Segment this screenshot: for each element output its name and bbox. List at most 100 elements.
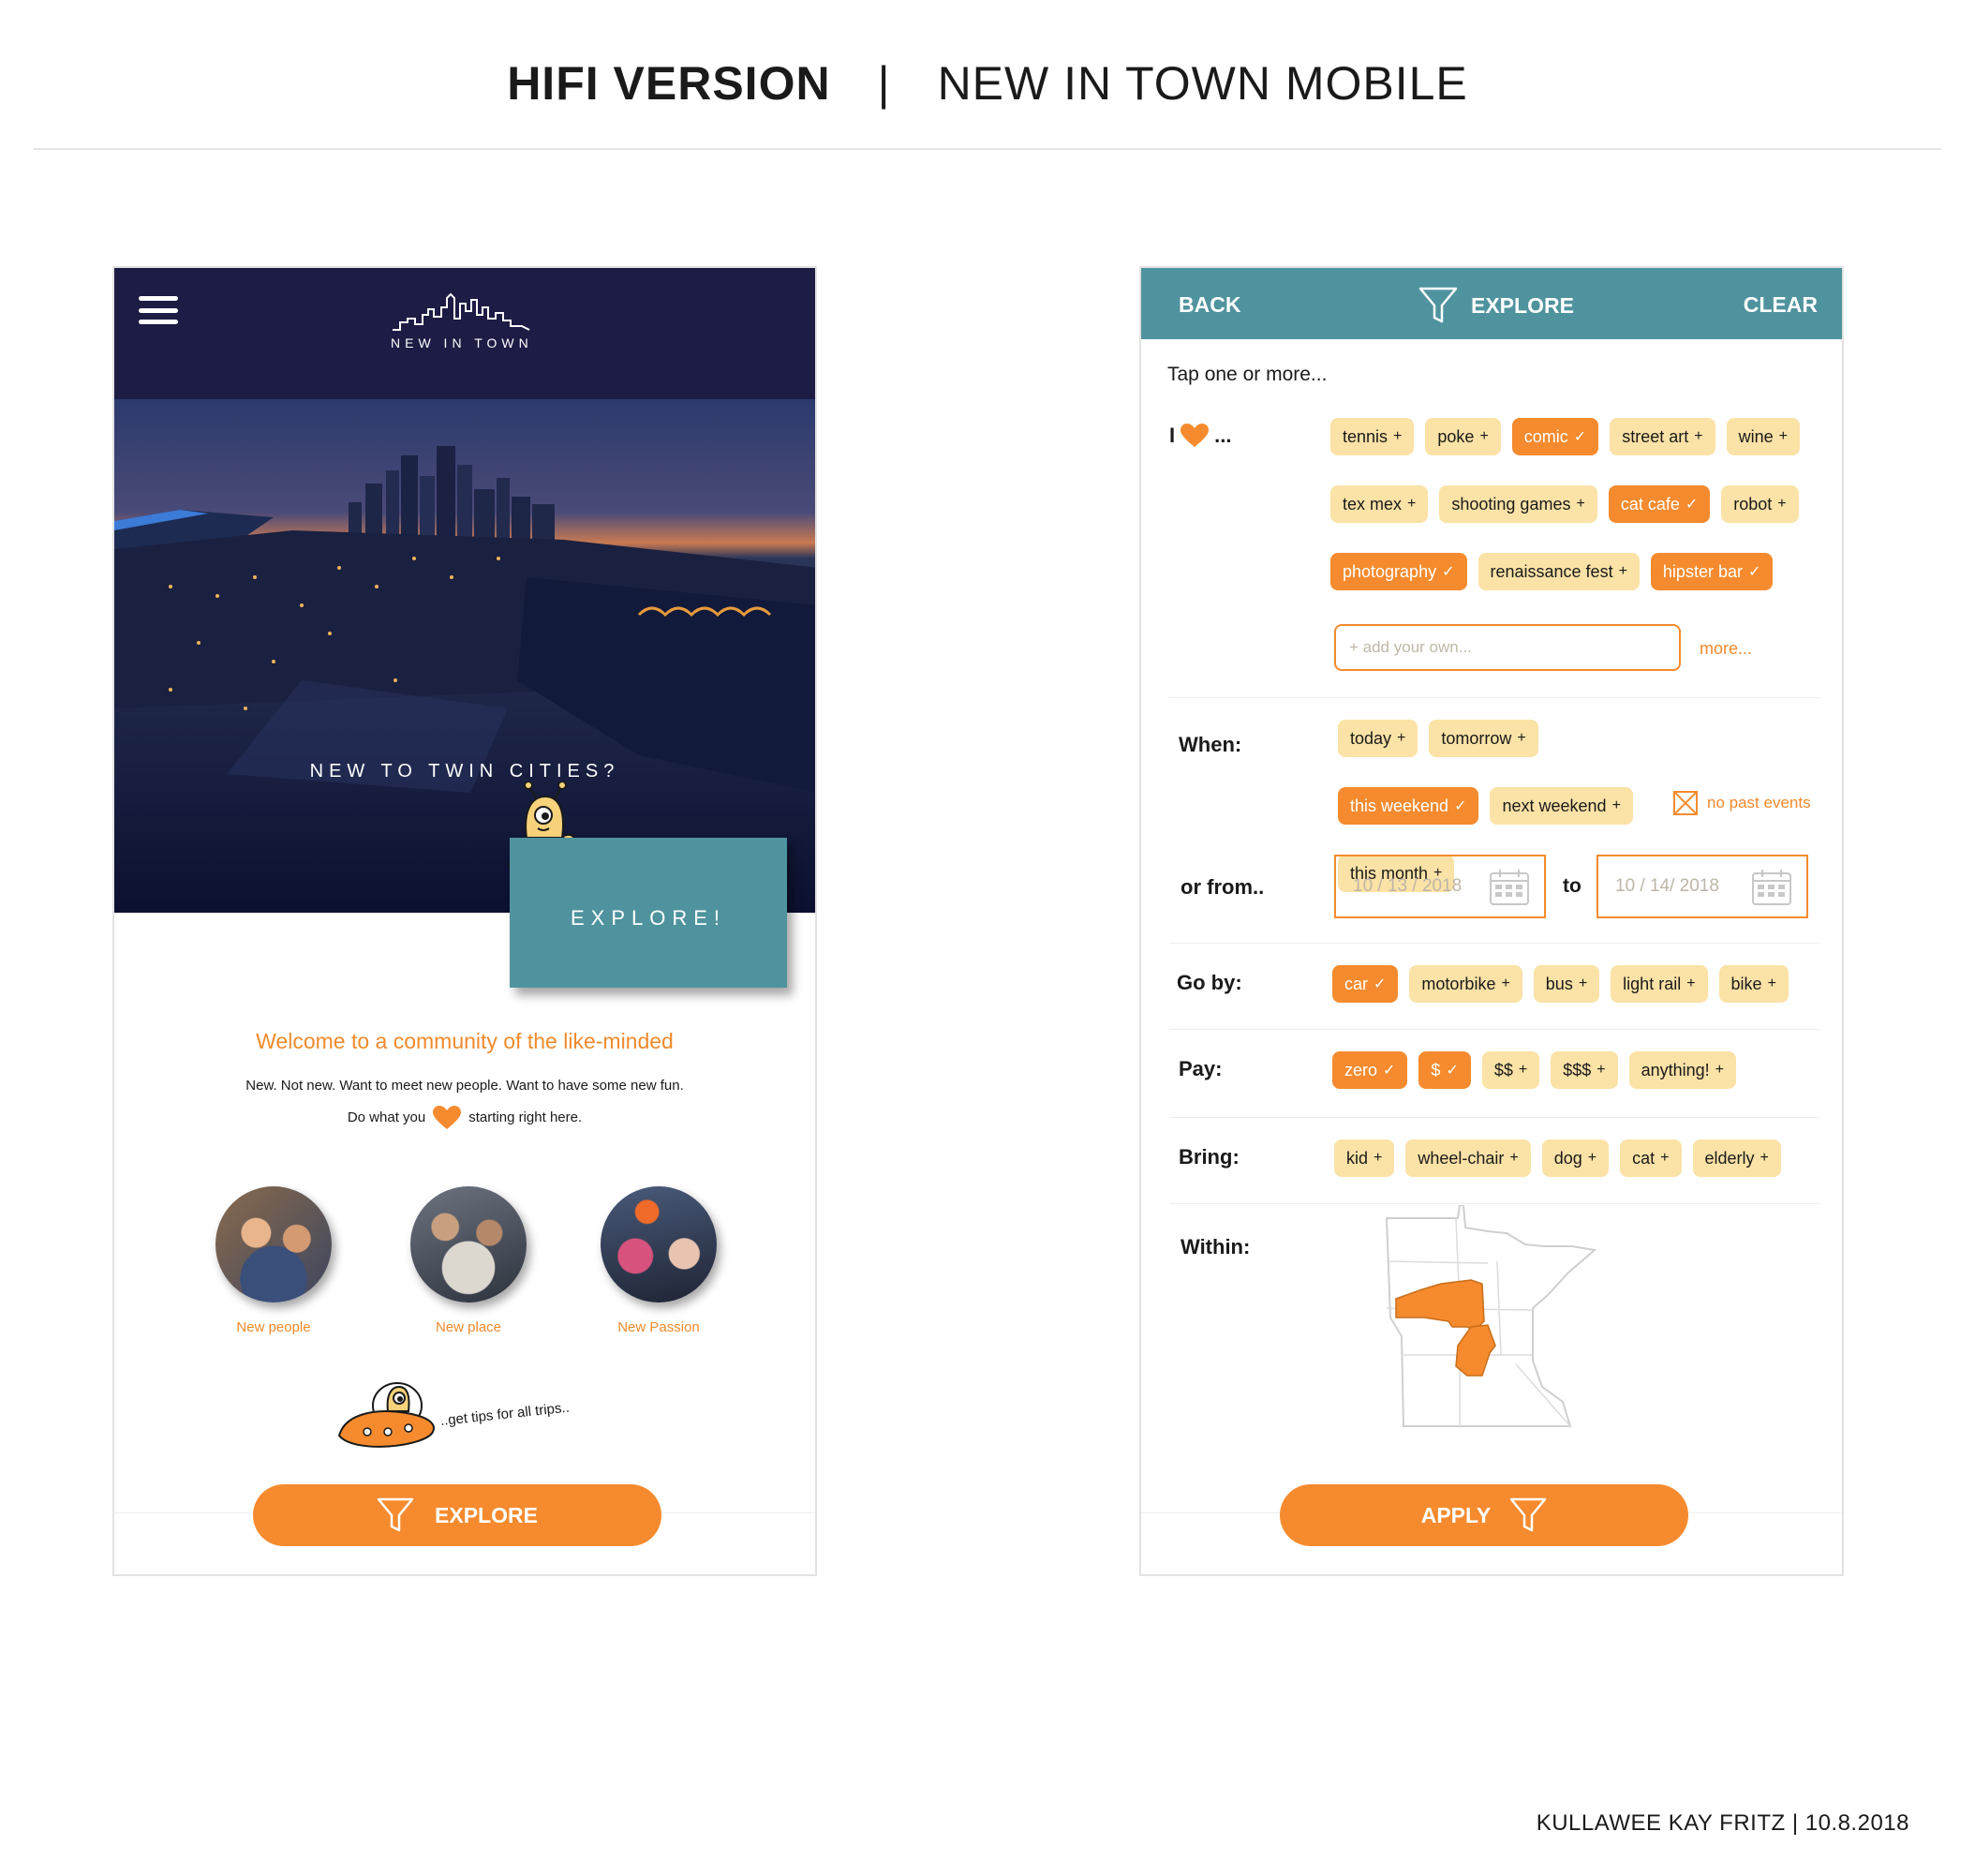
chip-label: today — [1350, 728, 1392, 748]
add-interest-input[interactable]: + add your own... — [1334, 624, 1681, 671]
no-past-events-checkbox[interactable]: no past events — [1673, 791, 1811, 815]
plus-icon: + — [1596, 1062, 1606, 1078]
chip-label: this weekend — [1350, 796, 1449, 815]
interest-chip[interactable]: robot + — [1721, 485, 1799, 523]
chip-label: car — [1344, 974, 1369, 993]
date-to-value: 10 / 14/ 2018 — [1615, 876, 1719, 896]
page-title-light: NEW IN TOWN MOBILE — [937, 57, 1468, 110]
category-new-place[interactable]: New place — [384, 1186, 553, 1335]
section-divider — [1169, 1029, 1819, 1030]
city-skyline-illustration — [114, 399, 815, 913]
date-to-input[interactable]: 10 / 14/ 2018 — [1596, 855, 1808, 918]
bring-chip[interactable]: kid + — [1334, 1139, 1395, 1177]
interest-chip[interactable]: photography ✓ — [1330, 553, 1467, 590]
interest-chip[interactable]: renaissance fest + — [1478, 553, 1640, 590]
chip-label: cat cafe — [1620, 494, 1680, 514]
chip-label: street art — [1622, 426, 1689, 446]
pay-chip[interactable]: zero ✓ — [1332, 1051, 1408, 1089]
when-chip[interactable]: today + — [1338, 720, 1418, 757]
checkmark-icon: ✓ — [1446, 1063, 1459, 1079]
hero-tagline: NEW TO TWIN CITIES? — [309, 761, 620, 782]
goby-label: Go by: — [1177, 971, 1242, 994]
when-chip[interactable]: tomorrow + — [1429, 720, 1538, 757]
plus-icon: + — [1767, 975, 1776, 991]
bring-chip[interactable]: dog + — [1541, 1139, 1610, 1177]
chip-label: renaissance fest — [1490, 561, 1613, 581]
hamburger-menu-icon[interactable] — [139, 296, 178, 324]
interest-chip[interactable]: poke + — [1425, 418, 1501, 455]
checkmark-icon: ✓ — [1747, 564, 1761, 580]
interest-chip[interactable]: wine + — [1726, 418, 1800, 455]
explore-button[interactable]: EXPLORE — [253, 1484, 661, 1546]
app-logo[interactable]: NEW IN TOWN — [391, 290, 531, 350]
interest-chip[interactable]: comic ✓ — [1511, 418, 1599, 455]
designer-credit: KULLAWEE KAY FRITZ | 10.8.2018 — [1536, 1810, 1909, 1836]
minnesota-map[interactable] — [1385, 1204, 1610, 1444]
date-from-input[interactable]: 10 / 13 / 2018 — [1334, 855, 1546, 918]
new-place-photo — [410, 1186, 527, 1303]
filter-funnel-icon — [1510, 1497, 1547, 1532]
interest-chip[interactable]: street art + — [1610, 418, 1715, 455]
pay-chip[interactable]: $ ✓ — [1418, 1051, 1471, 1089]
category-new-people[interactable]: New people — [189, 1186, 358, 1335]
chip-label: $ — [1431, 1060, 1441, 1079]
category-new-passion[interactable]: New Passion — [574, 1186, 743, 1335]
interest-chip[interactable]: hipster bar ✓ — [1650, 553, 1774, 590]
calendar-icon[interactable] — [1752, 870, 1791, 905]
plus-icon: + — [1777, 496, 1787, 512]
chip-label: next weekend — [1502, 796, 1607, 815]
chip-label: wheel-chair — [1418, 1148, 1505, 1168]
home-screen: NEW IN TOWN NEW TO TWIN CITIES? EXPLORE!… — [112, 266, 817, 1576]
interest-chip[interactable]: tex mex + — [1330, 485, 1429, 523]
bring-chip[interactable]: cat + — [1620, 1139, 1682, 1177]
pay-chip[interactable]: anything! + — [1628, 1051, 1737, 1089]
explore-card-label: EXPLORE! — [570, 906, 727, 930]
checkbox-x-icon — [1673, 791, 1698, 815]
interests-label-dots: ... — [1214, 424, 1232, 447]
goby-chip[interactable]: bus + — [1533, 965, 1600, 1003]
interest-chip[interactable]: shooting games + — [1439, 485, 1597, 523]
hero-image: NEW TO TWIN CITIES? — [114, 399, 815, 913]
plus-icon: + — [1397, 730, 1406, 746]
chip-label: comic — [1523, 426, 1568, 446]
goby-chip[interactable]: car ✓ — [1332, 965, 1399, 1003]
bring-chip[interactable]: elderly + — [1692, 1139, 1781, 1177]
goby-chip[interactable]: motorbike + — [1409, 965, 1522, 1003]
welcome-text-line2: Do what you starting right here. — [114, 1106, 815, 1130]
chip-label: wine — [1738, 426, 1774, 446]
welcome-line2-after: starting right here. — [468, 1109, 583, 1125]
back-button[interactable]: BACK — [1179, 292, 1240, 318]
when-chip[interactable]: this weekend ✓ — [1338, 787, 1479, 825]
calendar-icon[interactable] — [1490, 870, 1529, 905]
heart-icon — [433, 1106, 462, 1129]
section-divider — [1169, 697, 1819, 698]
clear-button[interactable]: CLEAR — [1744, 292, 1818, 318]
plus-icon: + — [1518, 1062, 1528, 1078]
when-chip[interactable]: next weekend + — [1490, 787, 1633, 825]
plus-icon: + — [1778, 428, 1788, 444]
checkmark-icon: ✓ — [1383, 1063, 1396, 1079]
interests-label-i: I — [1169, 424, 1176, 447]
bring-chip[interactable]: wheel-chair + — [1405, 1139, 1531, 1177]
date-from-value: 10 / 13 / 2018 — [1353, 876, 1463, 896]
goby-chip[interactable]: bike + — [1718, 965, 1789, 1003]
goby-chips: car ✓ motorbike + bus + light rail + bike + — [1332, 965, 1838, 1003]
section-divider — [1169, 943, 1819, 944]
more-link[interactable]: more... — [1700, 639, 1752, 659]
plus-icon: + — [1517, 730, 1526, 746]
no-past-events-label: no past events — [1707, 794, 1811, 811]
checkmark-icon: ✓ — [1454, 798, 1467, 814]
plus-icon: + — [1611, 797, 1621, 813]
section-divider — [1169, 1203, 1819, 1204]
plus-icon: + — [1715, 1062, 1725, 1078]
interest-chip[interactable]: cat cafe ✓ — [1608, 485, 1711, 523]
interest-chip[interactable]: tennis + — [1330, 418, 1415, 455]
plus-icon: + — [1694, 428, 1703, 444]
apply-button[interactable]: APPLY — [1280, 1484, 1688, 1546]
explore-card-button[interactable]: EXPLORE! — [510, 838, 787, 988]
goby-chip[interactable]: light rail + — [1611, 965, 1708, 1003]
pay-chip[interactable]: $$$ + — [1551, 1051, 1618, 1089]
pay-chip[interactable]: $$ + — [1481, 1051, 1540, 1089]
minnesota-region-map-icon[interactable] — [1385, 1204, 1610, 1439]
category-label: New place — [435, 1319, 502, 1335]
